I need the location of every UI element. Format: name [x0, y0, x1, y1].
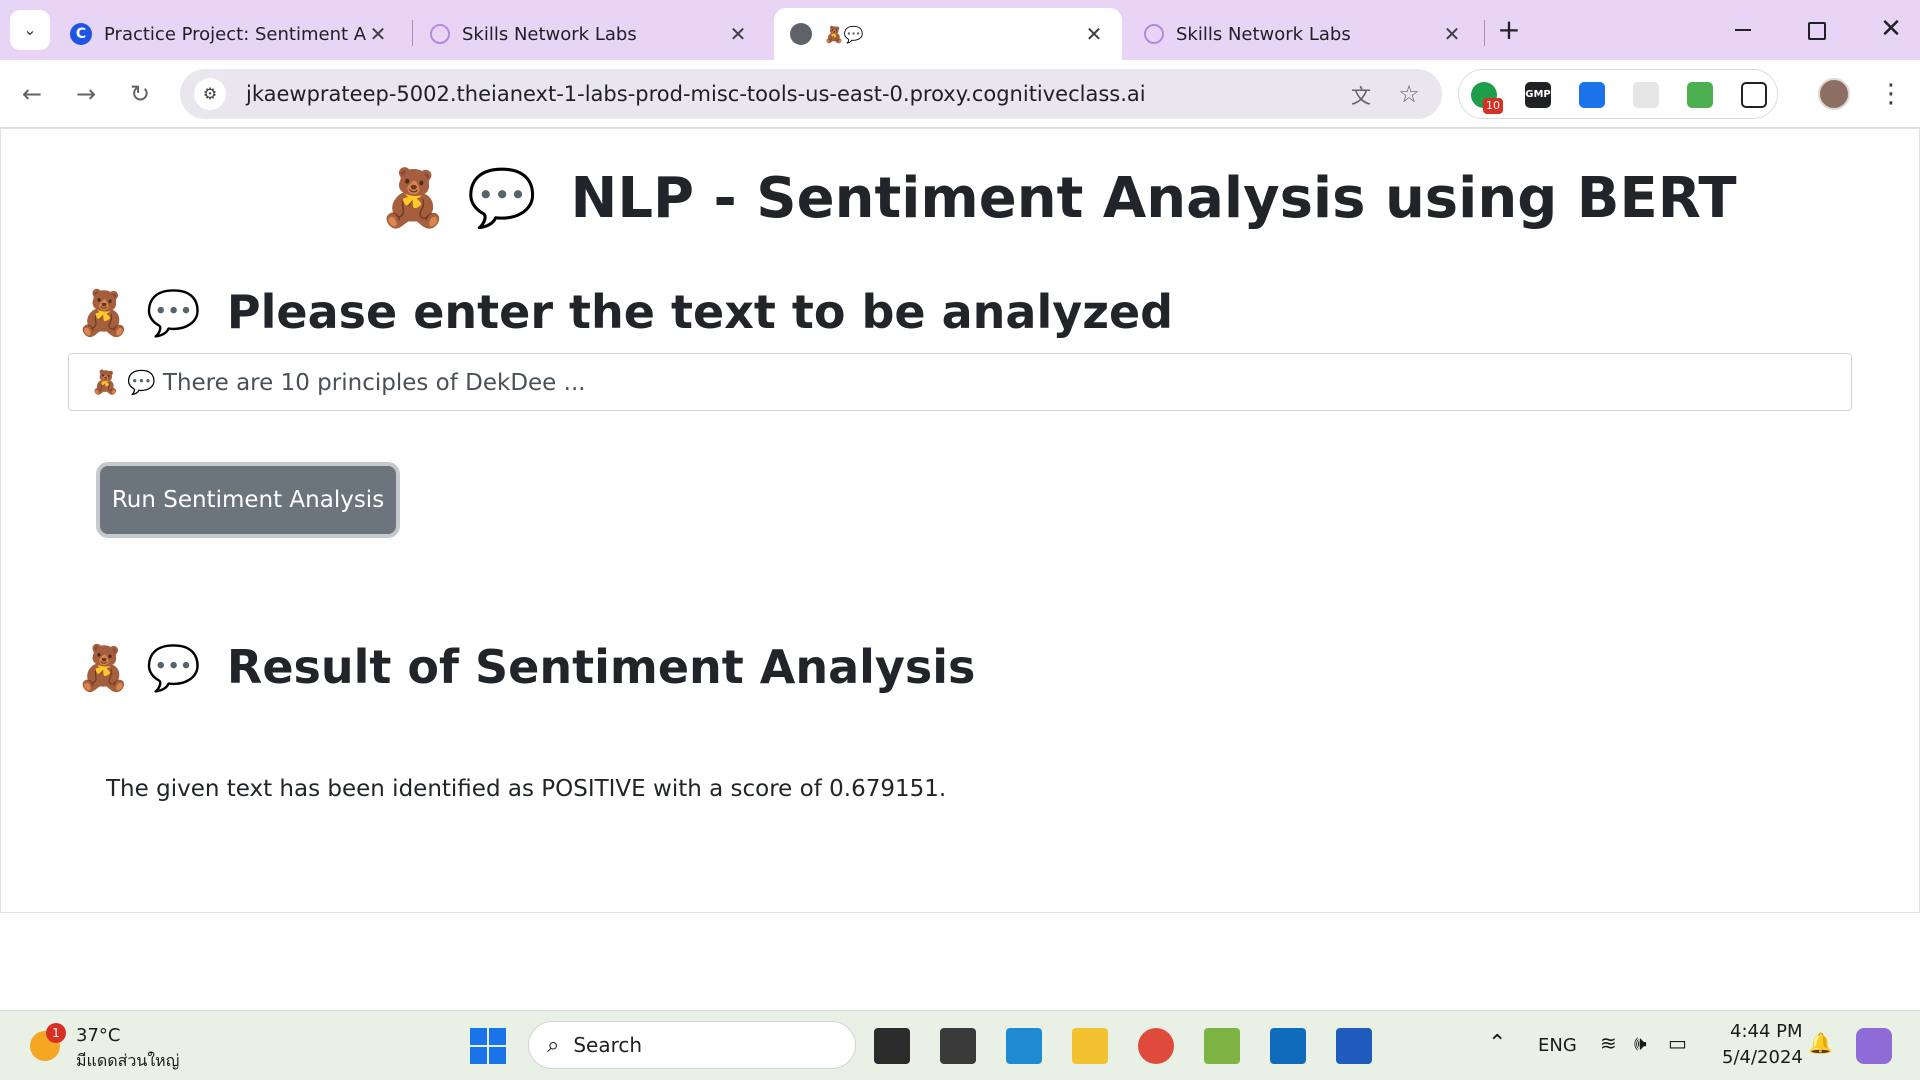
address-bar[interactable]: ⚙ jkaewprateep-5002.theianext-1-labs-pro… — [180, 69, 1442, 119]
close-icon[interactable]: ✕ — [726, 22, 750, 46]
translate-icon[interactable]: 文 — [1346, 80, 1376, 109]
run-sentiment-analysis-button[interactable]: Run Sentiment Analysis — [100, 466, 396, 534]
tab-search-button[interactable]: ⌄ — [10, 10, 50, 50]
chevron-down-icon: ⌄ — [23, 20, 37, 39]
tab-title: Skills Network Labs — [1176, 23, 1351, 45]
task-view-icon[interactable] — [874, 1028, 910, 1064]
taskbar: 1 37°C มีแดดส่วนใหญ่ ⌕ Search ⌃ ENG ≋ 🕪 … — [0, 1010, 1920, 1080]
tab-title: 🧸💬 — [824, 24, 864, 44]
restore-button[interactable] — [1808, 22, 1826, 40]
title-emoji: 🧸 💬 — [378, 166, 537, 231]
weather-temp: 37°C — [76, 1025, 121, 1046]
tab-practice-project[interactable]: C Practice Project: Sentiment Ana ✕ — [54, 8, 406, 60]
notepad-icon[interactable] — [1204, 1028, 1240, 1064]
weather-desc: มีแดดส่วนใหญ่ — [76, 1051, 180, 1070]
url-text: jkaewprateep-5002.theianext-1-labs-prod-… — [246, 82, 1146, 106]
back-button[interactable]: ← — [14, 76, 50, 112]
search-icon: ⌕ — [547, 1032, 560, 1058]
puzzle-icon[interactable] — [1741, 82, 1767, 108]
outlook-icon[interactable] — [1270, 1028, 1306, 1064]
site-info-icon[interactable]: ⚙ — [194, 78, 226, 110]
bookmark-star-icon[interactable]: ☆ — [1394, 80, 1424, 108]
reload-button[interactable]: ↻ — [122, 76, 158, 112]
profile-avatar[interactable] — [1818, 78, 1850, 110]
text-input-value: 🧸 💬 There are 10 principles of DekDee ..… — [91, 369, 586, 396]
clock-date[interactable]: 5/4/2024 — [1722, 1047, 1803, 1068]
extension-print-icon[interactable] — [1687, 82, 1713, 108]
page-title: NLP - Sentiment Analysis using BERT — [570, 166, 1737, 231]
tab-skills-network-1[interactable]: Skills Network Labs ✕ — [414, 8, 766, 60]
wifi-icon[interactable]: ≋ — [1600, 1031, 1617, 1055]
volume-icon[interactable]: 🕪 — [1634, 1031, 1647, 1055]
heading-emoji: 🧸 💬 — [76, 643, 201, 694]
tab-active-app[interactable]: 🧸💬 ✕ — [774, 8, 1122, 60]
heading-emoji: 🧸 💬 — [76, 288, 201, 339]
weather-badge: 1 — [46, 1023, 66, 1043]
search-placeholder: Search — [573, 1033, 643, 1057]
language-indicator[interactable]: ENG — [1538, 1035, 1577, 1056]
clock-time[interactable]: 4:44 PM — [1730, 1021, 1803, 1042]
file-explorer-icon[interactable] — [1072, 1028, 1108, 1064]
word-icon[interactable] — [1336, 1028, 1372, 1064]
notification-icon[interactable]: 🔔 — [1808, 1031, 1833, 1055]
battery-icon[interactable]: ▭ — [1668, 1031, 1687, 1055]
skills-network-icon — [430, 24, 450, 44]
result-heading-row: 🧸 💬 Result of Sentiment Analysis — [76, 640, 1076, 700]
coursera-icon: C — [70, 23, 92, 45]
menu-dots-icon[interactable]: ⋮ — [1878, 76, 1904, 112]
chrome-icon[interactable] — [1138, 1028, 1174, 1064]
input-heading-row: 🧸 💬 Please enter the text to be analyzed — [76, 285, 1173, 345]
gmp-extension-icon[interactable]: GMP — [1525, 82, 1551, 108]
camera-extension-icon[interactable] — [1579, 82, 1605, 108]
windows-start-icon[interactable] — [470, 1028, 506, 1064]
close-icon[interactable]: ✕ — [1440, 22, 1464, 46]
new-tab-button[interactable]: + — [1494, 14, 1524, 46]
copilot-icon[interactable] — [1856, 1028, 1892, 1064]
result-text: The given text has been identified as PO… — [106, 776, 947, 802]
close-icon[interactable]: ✕ — [366, 22, 390, 46]
extension-gray-icon[interactable] — [1633, 82, 1659, 108]
extensions-bar: 10 GMP — [1458, 69, 1778, 119]
tab-strip: ⌄ C Practice Project: Sentiment Ana ✕ Sk… — [0, 0, 1920, 60]
vscode-icon[interactable] — [1006, 1028, 1042, 1064]
tab-skills-network-2[interactable]: Skills Network Labs ✕ — [1128, 8, 1480, 60]
page-title-row: 🧸 💬 NLP - Sentiment Analysis using BERT — [378, 165, 1737, 241]
minimize-button[interactable] — [1735, 29, 1751, 31]
chevron-up-icon[interactable]: ⌃ — [1488, 1031, 1506, 1056]
input-heading: Please enter the text to be analyzed — [226, 285, 1174, 339]
globe-icon — [790, 23, 812, 45]
taskbar-search[interactable]: ⌕ Search — [528, 1021, 856, 1069]
close-window-button[interactable]: ✕ — [1876, 14, 1906, 44]
terminal-icon[interactable] — [940, 1028, 976, 1064]
extension-badge: 10 — [1483, 98, 1503, 114]
weather-widget[interactable]: 1 37°C มีแดดส่วนใหญ่ — [26, 1019, 186, 1073]
forward-button[interactable]: → — [68, 76, 104, 112]
skills-network-icon — [1144, 24, 1164, 44]
text-input[interactable]: 🧸 💬 There are 10 principles of DekDee ..… — [68, 353, 1852, 411]
result-heading: Result of Sentiment Analysis — [226, 640, 976, 694]
tab-title: Practice Project: Sentiment Ana — [104, 23, 366, 45]
tab-title: Skills Network Labs — [462, 23, 637, 45]
browser-toolbar: ← → ↻ ⚙ jkaewprateep-5002.theianext-1-la… — [0, 60, 1920, 128]
close-icon[interactable]: ✕ — [1082, 22, 1106, 46]
